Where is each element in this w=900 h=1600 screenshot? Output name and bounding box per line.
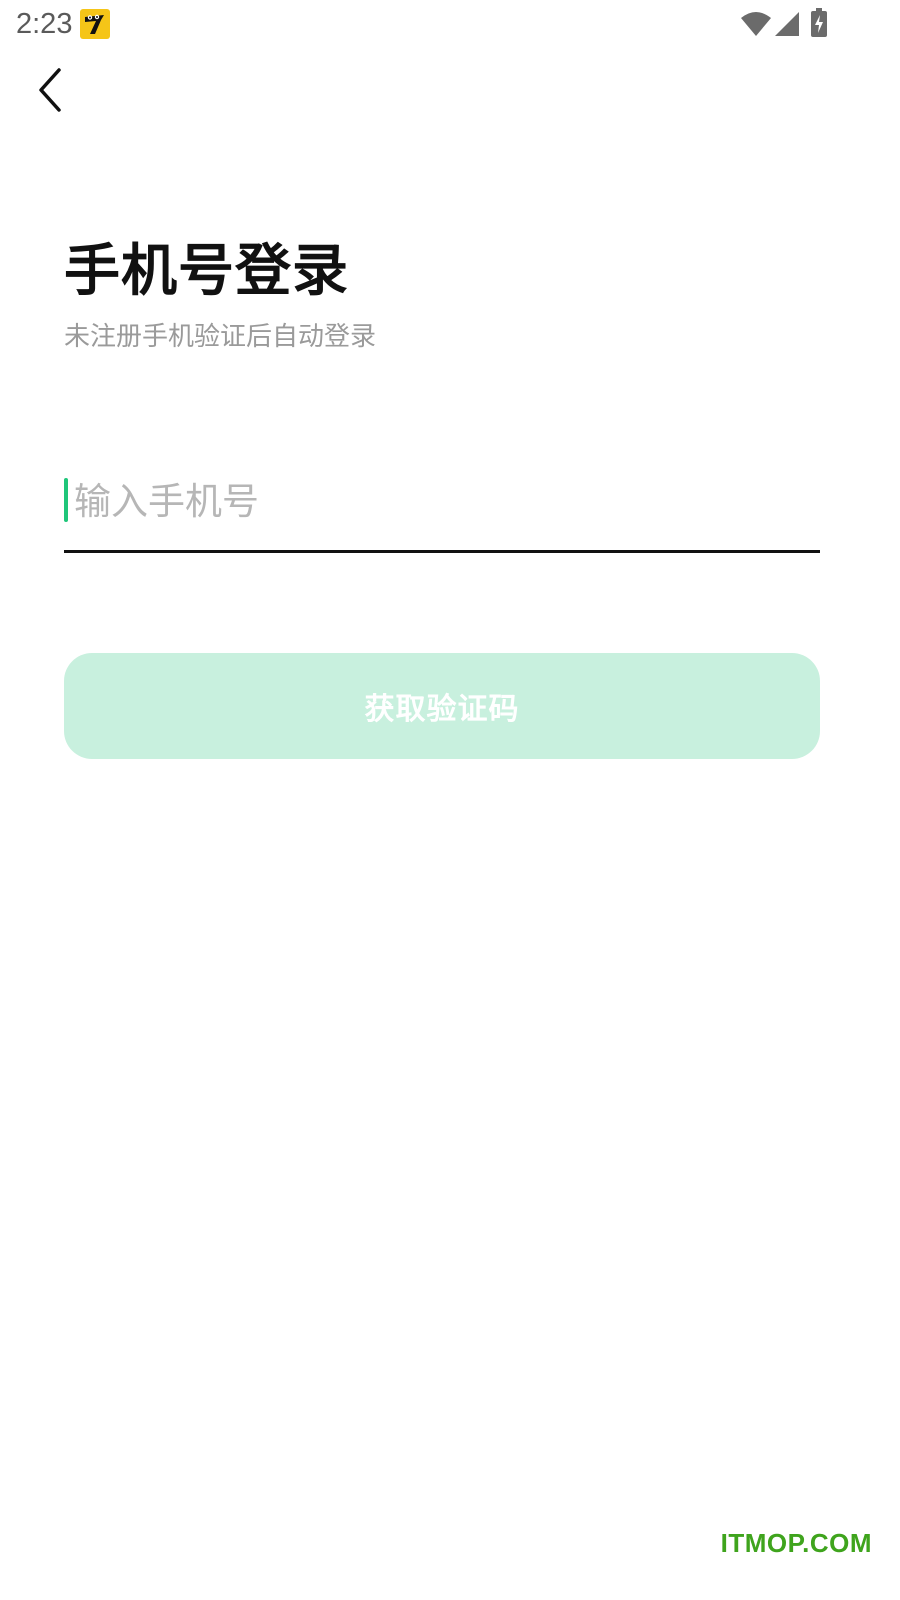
phone-field xyxy=(64,466,820,556)
watermark: ITMOP.COM xyxy=(720,1528,872,1558)
wifi-icon xyxy=(740,11,772,37)
back-button[interactable] xyxy=(28,62,76,118)
app-icon xyxy=(80,9,110,39)
field-underline xyxy=(64,550,820,553)
page-subtitle: 未注册手机验证后自动登录 xyxy=(64,322,377,352)
page-title: 手机号登录 xyxy=(64,239,349,304)
status-bar: 2:23 xyxy=(0,0,900,50)
signal-icon xyxy=(774,11,800,37)
text-cursor xyxy=(64,478,68,522)
status-time: 2:23 xyxy=(16,8,73,40)
get-code-button[interactable]: 获取验证码 xyxy=(64,653,820,759)
battery-charging-icon xyxy=(810,8,828,38)
phone-input[interactable] xyxy=(74,466,814,536)
login-screen: 2:23 手机号登录 未注册手机验证后自动登录 输入手机号 获取验证码 ITMO… xyxy=(0,0,900,1600)
chevron-left-icon xyxy=(39,68,61,112)
